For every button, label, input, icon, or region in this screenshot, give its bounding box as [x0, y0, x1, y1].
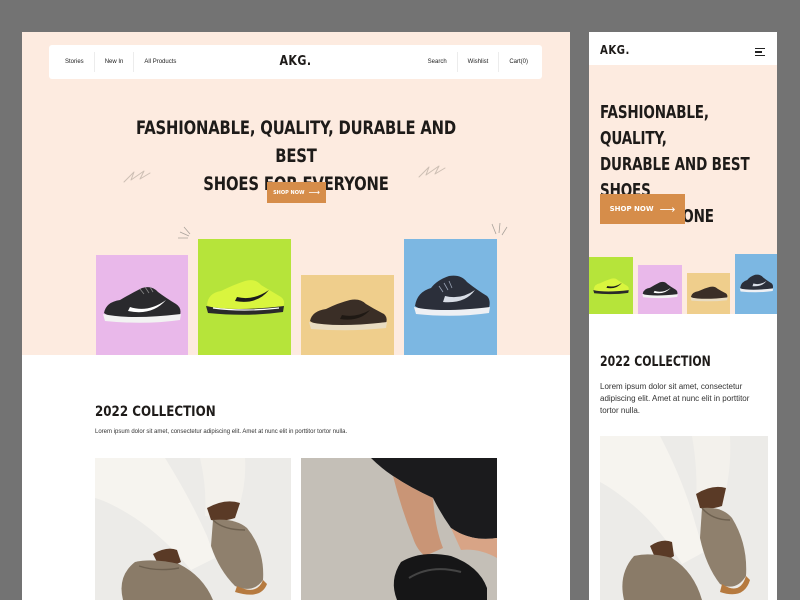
mobile-hero-title-line: FASHIONABLE, QUALITY,: [600, 102, 709, 149]
hamburger-menu-icon[interactable]: [755, 48, 765, 56]
product-tile-brown-trainer[interactable]: [301, 275, 394, 355]
black-loafer-photo-illustration: [301, 458, 497, 600]
desktop-mockup: Stories New In All Products AKG. Search …: [22, 32, 570, 600]
scribble-decoration-icon: [123, 170, 151, 183]
lime-sneaker-icon: [205, 280, 284, 315]
shop-now-label: SHOP NOW: [273, 189, 305, 196]
mobile-brand-logo[interactable]: AKG.: [600, 43, 630, 57]
mobile-product-tile-pink[interactable]: [638, 265, 682, 314]
sparkle-lines-icon: [491, 222, 508, 236]
mobile-collection-photo-loafers[interactable]: [600, 436, 768, 600]
mobile-collection-heading: 2022 COLLECTION: [600, 354, 711, 370]
mobile-product-tile-blue[interactable]: [735, 254, 777, 314]
navy-sneaker-icon: [739, 274, 774, 293]
arrow-right-icon: ⟶: [308, 188, 320, 197]
lime-sneaker-icon: [593, 277, 629, 294]
nav-link-wishlist[interactable]: Wishlist: [456, 52, 499, 72]
top-navbar: Stories New In All Products AKG. Search …: [49, 45, 542, 79]
shop-now-button[interactable]: SHOP NOW ⟶: [267, 182, 326, 203]
mobile-mockup: AKG. FASHIONABLE, QUALITY, DURABLE AND B…: [589, 32, 777, 600]
brown-sneaker-icon: [308, 299, 387, 331]
brown-sneaker-icon: [689, 286, 728, 301]
arrow-right-icon: ⟶: [659, 202, 676, 216]
mobile-shop-now-label: SHOP NOW: [609, 205, 654, 213]
collection-photo-loafers[interactable]: [95, 458, 291, 600]
collection-heading: 2022 COLLECTION: [95, 404, 216, 420]
mobile-header: AKG.: [589, 32, 777, 65]
hero-title-line: FASHIONABLE, QUALITY, DURABLE AND BEST: [135, 118, 457, 167]
mobile-collection-description: Lorem ipsum dolor sit amet, consectetur …: [600, 382, 750, 415]
nav-link-cart[interactable]: Cart(0): [498, 52, 542, 72]
black-white-sneaker-icon: [103, 286, 181, 323]
scribble-decoration-icon: [418, 165, 446, 178]
mobile-shop-now-button[interactable]: SHOP NOW ⟶: [600, 194, 685, 224]
loafers-photo-illustration: [600, 436, 768, 600]
loafers-photo-illustration: [95, 458, 291, 600]
sparkle-lines-icon: [178, 226, 191, 239]
mobile-product-tile-sand[interactable]: [687, 273, 730, 314]
black-white-sneaker-icon: [642, 281, 678, 298]
product-tile-black-white-trainer[interactable]: [96, 255, 188, 355]
nav-link-search[interactable]: Search: [412, 52, 457, 72]
navy-sneaker-icon: [413, 275, 490, 316]
collection-description: Lorem ipsum dolor sit amet, consectetur …: [95, 429, 348, 435]
collection-photo-black-loafer[interactable]: [301, 458, 497, 600]
product-tile-navy-basketball-shoe[interactable]: [404, 239, 497, 355]
mobile-product-tile-lime[interactable]: [589, 257, 633, 314]
product-tile-lime-trainer[interactable]: [198, 239, 291, 355]
